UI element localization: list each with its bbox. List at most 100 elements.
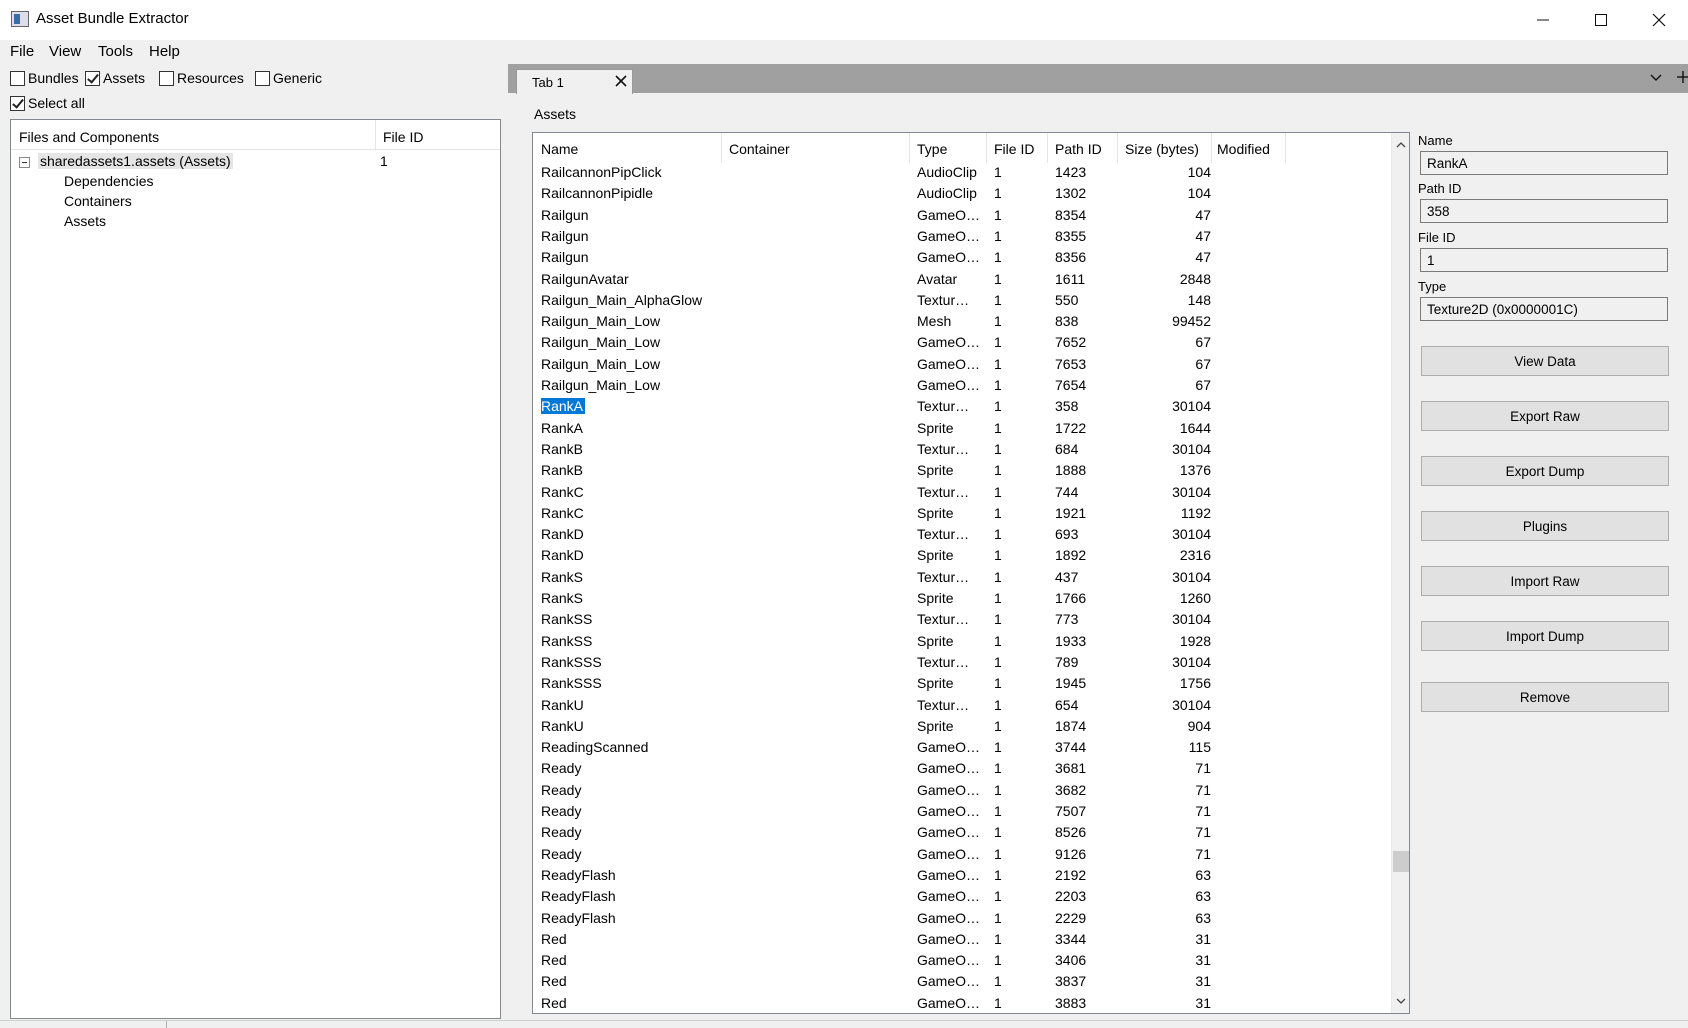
maximize-button[interactable]: [1572, 0, 1630, 40]
table-row[interactable]: Railgun GameO… 1 8355 47: [533, 227, 1391, 248]
menu-help[interactable]: Help: [149, 43, 180, 60]
table-row[interactable]: RankA Sprite 1 1722 1644: [533, 419, 1391, 440]
table-row[interactable]: Ready GameO… 1 3682 71: [533, 781, 1391, 802]
table-row[interactable]: Red GameO… 1 3883 31: [533, 994, 1391, 1013]
table-body[interactable]: RailcannonPipClick AudioClip 1 1423 104 Railc…: [533, 163, 1391, 1013]
col-separator[interactable]: [1285, 133, 1286, 163]
col-separator[interactable]: [1047, 133, 1048, 163]
tree-col-files[interactable]: Files and Components: [19, 129, 159, 145]
table-row[interactable]: ReadyFlash GameO… 1 2229 63: [533, 909, 1391, 930]
files-tree-panel[interactable]: Files and Components File ID sharedasset…: [10, 119, 501, 1019]
col-name[interactable]: Name: [541, 141, 578, 157]
table-row[interactable]: RankU Sprite 1 1874 904: [533, 717, 1391, 738]
table-row[interactable]: Railgun_Main_Low Mesh 1 838 99452: [533, 312, 1391, 333]
add-tab-icon[interactable]: [1674, 68, 1688, 86]
export-dump-button[interactable]: Export Dump: [1421, 456, 1669, 486]
table-row[interactable]: RankSS Textur… 1 773 30104: [533, 610, 1391, 631]
col-separator[interactable]: [721, 133, 722, 163]
menu-file[interactable]: File: [10, 43, 34, 60]
scrollbar-thumb[interactable]: [1393, 851, 1409, 872]
generic-checkbox[interactable]: Generic: [255, 70, 322, 86]
table-row[interactable]: RailcannonPipClick AudioClip 1 1423 104: [533, 163, 1391, 184]
plugins-button[interactable]: Plugins: [1421, 511, 1669, 541]
col-path-id[interactable]: Path ID: [1055, 141, 1102, 157]
col-separator[interactable]: [1211, 133, 1212, 163]
table-row[interactable]: Railgun GameO… 1 8356 47: [533, 248, 1391, 269]
table-row[interactable]: Railgun_Main_AlphaGlow Textur… 1 550 148: [533, 291, 1391, 312]
tree-col-file-id[interactable]: File ID: [383, 129, 423, 145]
select-all-checkbox[interactable]: Select all: [10, 95, 85, 111]
table-row[interactable]: RankSSS Sprite 1 1945 1756: [533, 674, 1391, 695]
tree-root-item[interactable]: sharedassets1.assets (Assets): [38, 153, 233, 169]
tree-item-dependencies[interactable]: Dependencies: [64, 173, 154, 189]
remove-button[interactable]: Remove: [1421, 682, 1669, 712]
table-row[interactable]: Ready GameO… 1 7507 71: [533, 802, 1391, 823]
table-row[interactable]: ReadyFlash GameO… 1 2203 63: [533, 887, 1391, 908]
table-row[interactable]: Red GameO… 1 3837 31: [533, 972, 1391, 993]
bundles-checkbox-box[interactable]: [10, 70, 25, 86]
table-row[interactable]: RailgunAvatar Avatar 1 1611 2848: [533, 270, 1391, 291]
menu-tools[interactable]: Tools: [98, 43, 133, 60]
tree-item-containers[interactable]: Containers: [64, 193, 132, 209]
assets-checkbox-box[interactable]: [85, 70, 100, 86]
table-row[interactable]: Ready GameO… 1 8526 71: [533, 823, 1391, 844]
select-all-checkbox-box[interactable]: [10, 95, 25, 111]
table-row[interactable]: Railgun GameO… 1 8354 47: [533, 206, 1391, 227]
table-row[interactable]: Railgun_Main_Low GameO… 1 7652 67: [533, 333, 1391, 354]
table-row[interactable]: Railgun_Main_Low GameO… 1 7653 67: [533, 355, 1391, 376]
path-id-field[interactable]: 358: [1420, 199, 1668, 223]
scroll-up-icon[interactable]: [1394, 137, 1408, 153]
minimize-button[interactable]: [1514, 0, 1572, 40]
table-row[interactable]: RankB Textur… 1 684 30104: [533, 440, 1391, 461]
table-row[interactable]: RankD Textur… 1 693 30104: [533, 525, 1391, 546]
tab-1[interactable]: Tab 1: [516, 69, 633, 94]
table-row[interactable]: RankS Sprite 1 1766 1260: [533, 589, 1391, 610]
col-modified[interactable]: Modified: [1217, 141, 1270, 157]
resources-checkbox-box[interactable]: [159, 70, 174, 86]
table-row[interactable]: RankSSS Textur… 1 789 30104: [533, 653, 1391, 674]
table-row[interactable]: RankS Textur… 1 437 30104: [533, 568, 1391, 589]
menu-view[interactable]: View: [49, 43, 81, 60]
col-container[interactable]: Container: [729, 141, 790, 157]
col-size[interactable]: Size (bytes): [1125, 141, 1199, 157]
bundles-checkbox[interactable]: Bundles: [10, 70, 79, 86]
col-separator[interactable]: [986, 133, 987, 163]
resources-checkbox[interactable]: Resources: [159, 70, 244, 86]
export-raw-button[interactable]: Export Raw: [1421, 401, 1669, 431]
tab-close-icon[interactable]: [613, 73, 629, 89]
scroll-down-icon[interactable]: [1394, 993, 1408, 1009]
table-row[interactable]: ReadyFlash GameO… 1 2192 63: [533, 866, 1391, 887]
tree-col-separator[interactable]: [375, 120, 376, 150]
collapse-toggle-icon[interactable]: [19, 157, 30, 168]
name-field[interactable]: RankA: [1420, 151, 1668, 175]
col-type[interactable]: Type: [917, 141, 947, 157]
table-row[interactable]: ReadingScanned GameO… 1 3744 115: [533, 738, 1391, 759]
table-row[interactable]: Railgun_Main_Low GameO… 1 7654 67: [533, 376, 1391, 397]
table-row[interactable]: RankA Textur… 1 358 30104: [533, 397, 1391, 418]
view-data-button[interactable]: View Data: [1421, 346, 1669, 376]
col-separator[interactable]: [1117, 133, 1118, 163]
table-row[interactable]: Ready GameO… 1 3681 71: [533, 759, 1391, 780]
import-raw-button[interactable]: Import Raw: [1421, 566, 1669, 596]
tree-item-assets[interactable]: Assets: [64, 213, 106, 229]
table-row[interactable]: RailcannonPipidle AudioClip 1 1302 104: [533, 184, 1391, 205]
table-row[interactable]: Red GameO… 1 3344 31: [533, 930, 1391, 951]
table-row[interactable]: RankU Textur… 1 654 30104: [533, 696, 1391, 717]
vertical-scrollbar[interactable]: [1391, 133, 1409, 1013]
generic-checkbox-box[interactable]: [255, 70, 270, 86]
import-dump-button[interactable]: Import Dump: [1421, 621, 1669, 651]
table-row[interactable]: RankC Sprite 1 1921 1192: [533, 504, 1391, 525]
table-row[interactable]: RankB Sprite 1 1888 1376: [533, 461, 1391, 482]
file-id-field[interactable]: 1: [1420, 248, 1668, 272]
chevron-down-icon[interactable]: [1648, 70, 1664, 86]
assets-table[interactable]: Name Container Type File ID Path ID Size…: [532, 132, 1410, 1014]
type-field[interactable]: Texture2D (0x0000001C): [1420, 297, 1668, 321]
table-row[interactable]: Ready GameO… 1 9126 71: [533, 845, 1391, 866]
table-row[interactable]: RankD Sprite 1 1892 2316: [533, 546, 1391, 567]
table-row[interactable]: Red GameO… 1 3406 31: [533, 951, 1391, 972]
assets-checkbox[interactable]: Assets: [85, 70, 145, 86]
col-file-id[interactable]: File ID: [994, 141, 1034, 157]
col-separator[interactable]: [909, 133, 910, 163]
table-row[interactable]: RankC Textur… 1 744 30104: [533, 483, 1391, 504]
table-row[interactable]: RankSS Sprite 1 1933 1928: [533, 632, 1391, 653]
